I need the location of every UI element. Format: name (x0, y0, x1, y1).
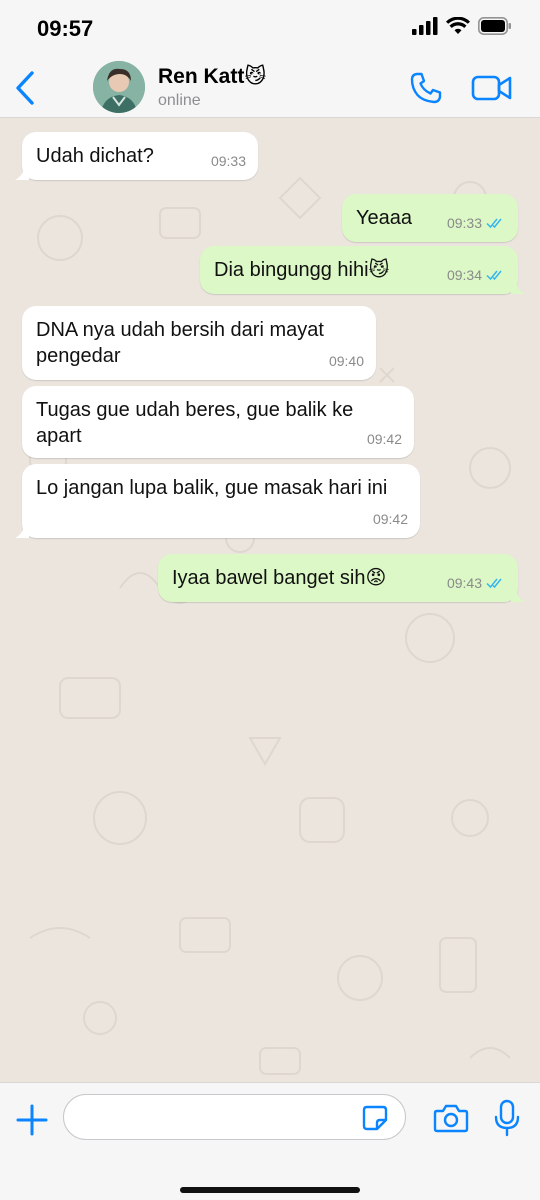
plus-icon (16, 1104, 48, 1136)
message-time-label: 09:42 (366, 431, 402, 447)
video-camera-icon (471, 75, 512, 101)
message-time: 09:43 (447, 570, 506, 596)
avatar-portrait (93, 61, 145, 113)
bubble-tail (511, 588, 525, 602)
message-time: 09:42 (367, 426, 402, 452)
status-icons (412, 17, 512, 35)
message-bubble-outgoing[interactable]: Dia bingungg hihi😼 09:34 (200, 246, 525, 294)
phone-icon (410, 72, 442, 104)
camera-icon (433, 1104, 469, 1133)
message-text: Lo jangan lupa balik, gue masak hari ini (36, 477, 388, 499)
message-bubble-outgoing[interactable]: Iyaa bawel banget sih😡 09:43 (158, 554, 525, 602)
bubble-tail (15, 524, 29, 538)
sticker-button[interactable] (362, 1105, 388, 1131)
message-bubble-outgoing[interactable]: Yeaaa 09:33 (342, 194, 518, 242)
bubble-tail (15, 166, 29, 180)
message-time-label: 09:34 (446, 267, 482, 283)
microphone-icon (494, 1099, 520, 1137)
message-bubble-incoming[interactable]: DNA nya udah bersih dari mayat pengedar … (22, 306, 376, 380)
message-time-label: 09:33 (446, 215, 482, 231)
message-time-label: 09:33 (210, 153, 246, 169)
contact-name[interactable]: Ren Katt😼 (158, 64, 266, 89)
sticker-icon (362, 1105, 388, 1131)
attach-button[interactable] (14, 1102, 50, 1138)
contact-avatar[interactable] (93, 61, 145, 113)
message-bubble-incoming[interactable]: Lo jangan lupa balik, gue masak hari ini… (15, 464, 420, 538)
microphone-button[interactable] (494, 1099, 520, 1137)
message-time: 09:42 (373, 506, 408, 532)
read-ticks-icon (486, 270, 502, 281)
voice-call-button[interactable] (408, 70, 444, 106)
message-bubble-incoming[interactable]: Udah dichat? 09:33 (15, 132, 258, 180)
message-time: 09:33 (211, 148, 246, 174)
message-time: 09:40 (329, 348, 364, 374)
chat-header: Ren Katt😼 online (0, 58, 540, 118)
message-time: 09:33 (447, 210, 506, 236)
message-list[interactable]: Udah dichat? 09:33 Yeaaa 09:33 Dia bingu… (0, 118, 540, 1082)
message-time-label: 09:43 (446, 575, 482, 591)
camera-button[interactable] (433, 1103, 469, 1133)
battery-icon (478, 17, 511, 35)
message-time-label: 09:40 (328, 353, 364, 369)
chevron-left-icon (16, 71, 34, 105)
read-ticks-icon (486, 578, 502, 589)
message-text: DNA nya udah bersih dari mayat pengedar (36, 319, 324, 367)
contact-status: online (158, 92, 201, 109)
message-input[interactable] (63, 1094, 406, 1140)
home-indicator (180, 1187, 360, 1193)
message-time: 09:34 (447, 262, 506, 288)
cellular-signal-icon (412, 17, 438, 35)
message-text: Tugas gue udah beres, gue balik ke apart (36, 399, 354, 447)
back-button[interactable] (10, 68, 40, 108)
compose-bar (0, 1082, 540, 1200)
status-time: 09:57 (37, 16, 94, 41)
video-call-button[interactable] (471, 72, 513, 104)
message-time-label: 09:42 (372, 511, 408, 527)
wifi-icon (446, 17, 470, 34)
read-ticks-icon (486, 218, 502, 229)
message-bubble-incoming[interactable]: Tugas gue udah beres, gue balik ke apart… (22, 386, 414, 458)
status-bar: 09:57 (0, 0, 540, 58)
bubble-tail (511, 280, 525, 294)
